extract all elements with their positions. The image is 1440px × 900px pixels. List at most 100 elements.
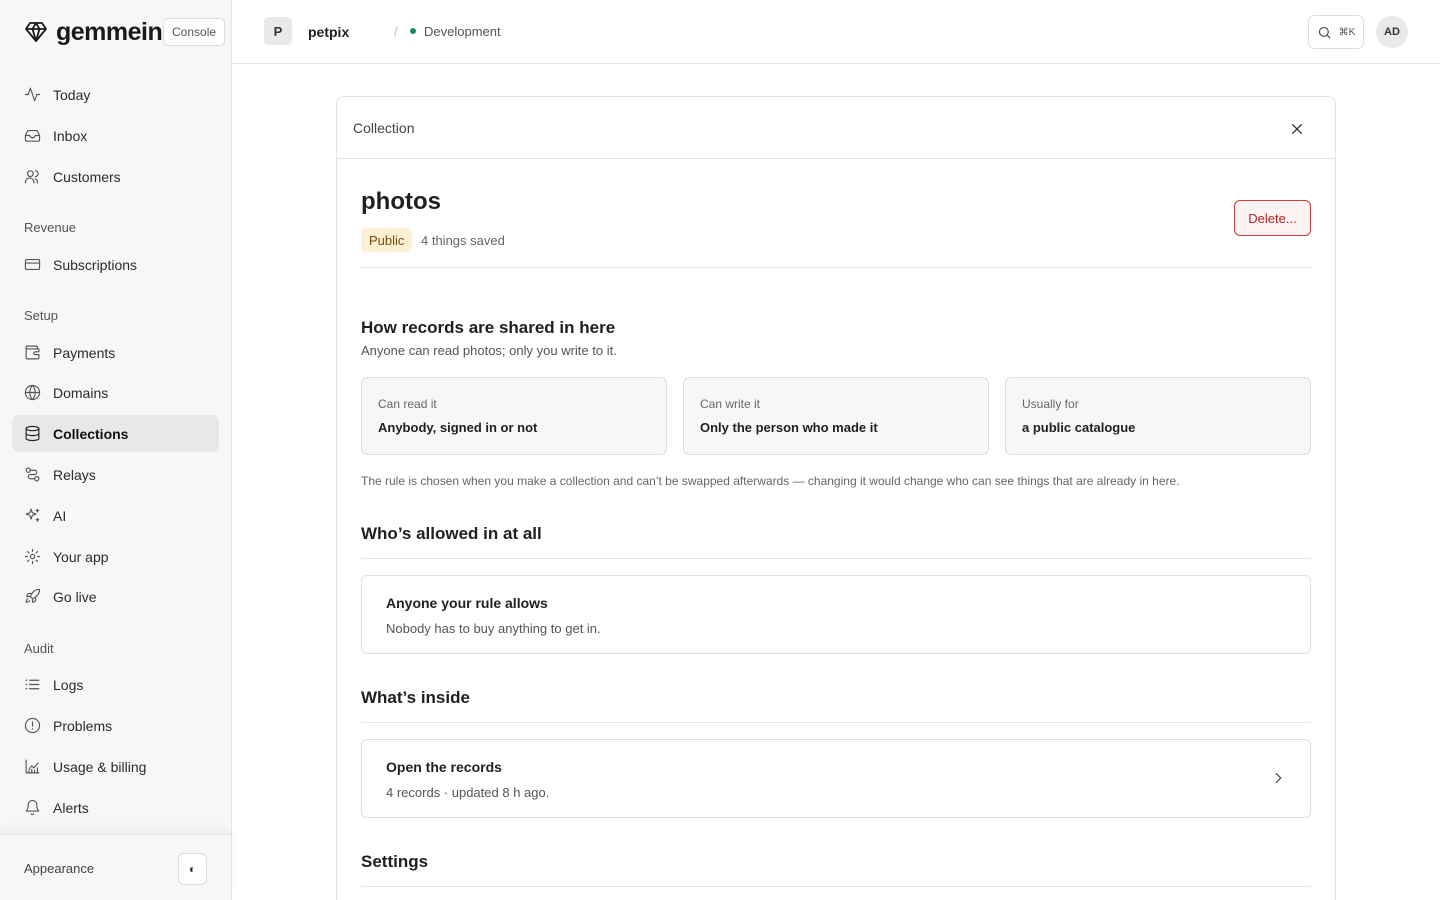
environment-status-dot xyxy=(410,28,416,34)
nav-item-today[interactable]: Today xyxy=(12,76,219,113)
info-card-key: Can read it xyxy=(378,397,437,411)
divider xyxy=(361,886,1311,887)
inside-heading: What’s inside xyxy=(361,688,470,707)
nav-item-logs[interactable]: Logs xyxy=(12,666,219,703)
project-avatar[interactable]: P xyxy=(264,17,292,45)
gear-icon xyxy=(24,548,41,565)
credit-card-icon xyxy=(24,258,41,271)
nav-item-alerts[interactable]: Alerts xyxy=(12,789,219,826)
appearance-label: Appearance xyxy=(24,861,95,876)
info-card-key: Can write it xyxy=(700,397,761,411)
divider xyxy=(361,558,1311,559)
section-label-revenue: Revenue xyxy=(24,220,77,235)
nav-item-payments[interactable]: Payments xyxy=(12,334,219,371)
nav-item-label: Alerts xyxy=(53,799,89,816)
access-desc: Nobody has to buy anything to get in. xyxy=(386,621,601,636)
info-card-write: Can write it Only the person who made it xyxy=(683,377,989,455)
bell-icon xyxy=(25,799,40,816)
sparkles-icon xyxy=(25,508,40,522)
info-card-value: Only the person who made it xyxy=(700,420,878,435)
globe-icon xyxy=(24,384,41,401)
nav-item-usage-billing[interactable]: Usage & billing xyxy=(12,748,219,785)
project-name[interactable]: petpix xyxy=(308,24,349,40)
settings-heading: Settings xyxy=(361,852,429,871)
wallet-icon xyxy=(25,345,40,360)
nav-item-label: Subscriptions xyxy=(53,256,138,273)
nav-item-ai[interactable]: AI xyxy=(12,497,219,534)
theme-toggle-button[interactable]: ◐ xyxy=(178,853,207,885)
nav-item-domains[interactable]: Domains xyxy=(12,374,219,411)
nav-item-collections[interactable]: Collections xyxy=(12,415,219,452)
activity-icon xyxy=(24,87,41,102)
list-icon xyxy=(25,679,40,690)
close-button[interactable] xyxy=(1285,117,1309,141)
open-records-title: Open the records xyxy=(386,759,502,775)
section-label-audit: Audit xyxy=(24,641,54,656)
nav-item-label: Today xyxy=(53,86,91,103)
topbar: P petpix / Development ⌘K AD xyxy=(232,0,1440,64)
access-title: Anyone your rule allows xyxy=(386,595,548,611)
route-icon xyxy=(25,467,40,482)
nav-item-problems[interactable]: Problems xyxy=(12,707,219,744)
nav-item-label: Inbox xyxy=(53,127,88,144)
collection-panel: Collection photos Public 4 things saved … xyxy=(336,96,1336,900)
nav-item-label: Customers xyxy=(53,168,121,185)
user-avatar[interactable]: AD xyxy=(1376,16,1408,48)
sharing-heading: How records are shared in here xyxy=(361,318,616,337)
gem-icon xyxy=(25,22,47,42)
search-button[interactable]: ⌘K xyxy=(1308,15,1364,49)
nav-item-label: Problems xyxy=(53,717,113,734)
nav-item-label: Your app xyxy=(53,548,109,565)
sidebar: gemmein Console Today Inbox Customers Re… xyxy=(0,0,232,900)
open-records-desc: 4 records · updated 8 h ago. xyxy=(386,785,550,800)
sharing-subtitle: Anyone can read photos; only you write t… xyxy=(361,343,617,358)
users-icon xyxy=(24,170,39,184)
nav-item-label: Logs xyxy=(53,676,84,693)
nav-item-label: Collections xyxy=(53,425,129,442)
nav-item-your-app[interactable]: Your app xyxy=(12,538,219,575)
panel-header: Collection xyxy=(337,97,1335,159)
section-label-setup: Setup xyxy=(24,308,58,323)
divider xyxy=(361,722,1311,723)
open-records-link[interactable]: Open the records 4 records · updated 8 h… xyxy=(361,739,1311,818)
nav-item-customers[interactable]: Customers xyxy=(12,158,219,195)
nav-item-label: Payments xyxy=(53,344,116,361)
sharing-note: The rule is chosen when you make a colle… xyxy=(361,474,1180,488)
console-badge[interactable]: Console xyxy=(163,18,226,46)
chart-icon xyxy=(25,759,40,774)
chevron-right-icon xyxy=(1270,770,1286,786)
brand-logo[interactable]: gemmein xyxy=(24,17,163,46)
alert-circle-icon xyxy=(24,717,41,734)
brand-name: gemmein xyxy=(56,17,163,46)
visibility-badge: Public xyxy=(361,228,413,252)
delete-button[interactable]: Delete... xyxy=(1234,200,1311,236)
environment-name[interactable]: Development xyxy=(424,24,501,39)
info-card-read: Can read it Anybody, signed in or not xyxy=(361,377,667,455)
saved-count: 4 things saved xyxy=(421,233,505,248)
collection-name: photos xyxy=(361,188,441,215)
nav-item-label: Go live xyxy=(53,588,97,605)
sidebar-footer: Appearance ◐ xyxy=(0,834,231,900)
contrast-icon: ◐ xyxy=(188,862,197,876)
search-shortcut: ⌘K xyxy=(1338,26,1356,38)
access-heading: Who’s allowed in at all xyxy=(361,524,542,543)
access-box: Anyone your rule allows Nobody has to bu… xyxy=(361,575,1311,654)
panel-title: Collection xyxy=(353,120,415,136)
nav-item-subscriptions[interactable]: Subscriptions xyxy=(12,246,219,283)
inbox-icon xyxy=(24,129,41,142)
search-icon xyxy=(1318,26,1331,39)
nav-item-relays[interactable]: Relays xyxy=(12,456,219,493)
nav-item-label: AI xyxy=(53,507,67,524)
rocket-icon xyxy=(25,588,41,603)
nav-item-label: Domains xyxy=(53,384,109,401)
breadcrumb-separator: / xyxy=(394,24,398,39)
nav-item-go-live[interactable]: Go live xyxy=(12,578,219,615)
divider xyxy=(361,267,1311,268)
info-card-usage: Usually for a public catalogue xyxy=(1005,377,1311,455)
close-icon xyxy=(1291,123,1303,135)
info-card-value: Anybody, signed in or not xyxy=(378,420,538,435)
nav-item-inbox[interactable]: Inbox xyxy=(12,117,219,154)
nav-item-label: Usage & billing xyxy=(53,758,147,775)
database-icon xyxy=(25,425,40,442)
info-card-value: a public catalogue xyxy=(1022,420,1136,435)
